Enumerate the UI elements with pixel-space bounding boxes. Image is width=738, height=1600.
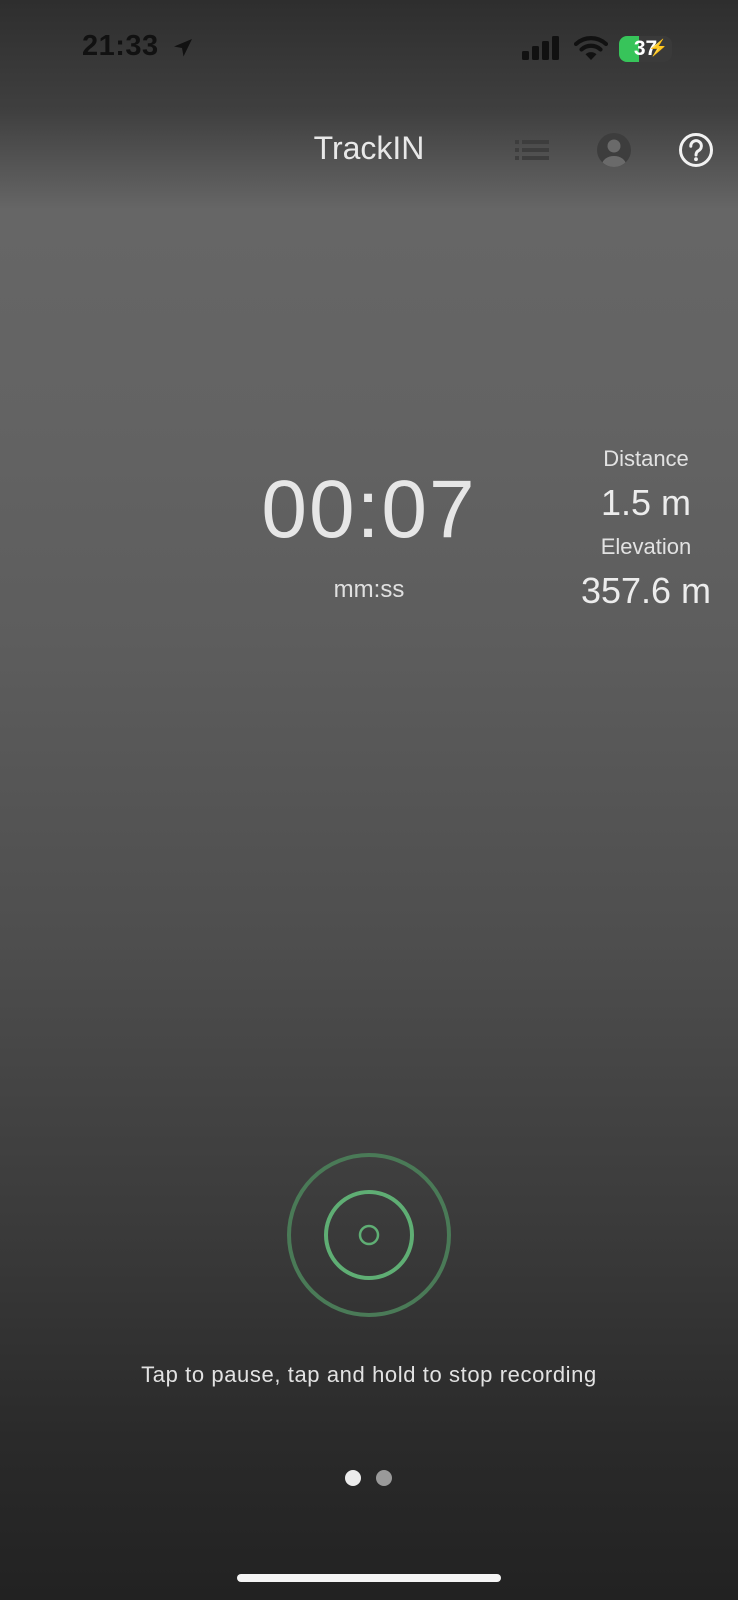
- help-button[interactable]: [672, 126, 720, 174]
- home-indicator[interactable]: [237, 1574, 501, 1582]
- distance-label: Distance: [603, 446, 689, 471]
- location-arrow-icon: [172, 37, 194, 64]
- status-time: 21:33: [82, 30, 159, 62]
- elevation-label: Elevation: [600, 534, 692, 559]
- elapsed-time: 00:07: [261, 464, 477, 555]
- record-button[interactable]: [286, 1152, 452, 1318]
- list-icon: [515, 140, 549, 160]
- page-indicator-2[interactable]: [376, 1470, 392, 1486]
- recording-hint: Tap to pause, tap and hold to stop recor…: [141, 1362, 597, 1387]
- battery-icon: 37 ⚡: [619, 36, 672, 62]
- wifi-icon: [573, 35, 609, 66]
- list-button[interactable]: [508, 126, 556, 174]
- account-button[interactable]: [590, 126, 638, 174]
- cellular-signal-icon: [522, 36, 562, 65]
- elapsed-time-unit: mm:ss: [333, 576, 405, 603]
- account-icon: [597, 133, 631, 167]
- record-icon: [287, 1153, 451, 1317]
- charging-bolt-icon: ⚡: [648, 40, 668, 57]
- distance-value: 1.5 m: [600, 482, 692, 523]
- elevation-value: 357.6 m: [580, 570, 712, 611]
- page-indicator-1[interactable]: [345, 1470, 361, 1486]
- help-icon: [679, 133, 713, 167]
- app-title: TrackIN: [313, 130, 425, 166]
